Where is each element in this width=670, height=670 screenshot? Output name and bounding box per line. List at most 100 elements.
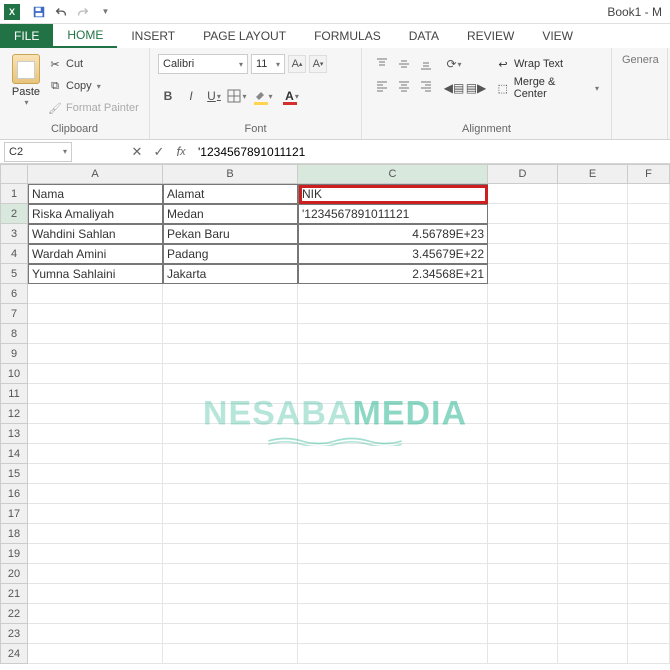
colhead-f[interactable]: F (628, 164, 670, 184)
rowhead-23[interactable]: 23 (0, 624, 28, 644)
cell-a12[interactable] (28, 404, 163, 424)
cell-c18[interactable] (298, 524, 488, 544)
rowhead-20[interactable]: 20 (0, 564, 28, 584)
colhead-c[interactable]: C (298, 164, 488, 184)
cell-d8[interactable] (488, 324, 558, 344)
cell-e2[interactable] (558, 204, 628, 224)
cell-c20[interactable] (298, 564, 488, 584)
rowhead-9[interactable]: 9 (0, 344, 28, 364)
tab-view[interactable]: VIEW (528, 24, 587, 48)
cell-c4[interactable]: 3.45679E+22 (298, 244, 488, 264)
cell-b22[interactable] (163, 604, 298, 624)
rowhead-12[interactable]: 12 (0, 404, 28, 424)
cell-c1[interactable]: NIK (298, 184, 488, 204)
cell-c10[interactable] (298, 364, 488, 384)
cut-button[interactable]: ✂ Cut (48, 54, 139, 74)
cell-a5[interactable]: Yumna Sahlaini (28, 264, 163, 284)
cell-f16[interactable] (628, 484, 670, 504)
italic-button[interactable]: I (181, 86, 201, 106)
cell-c9[interactable] (298, 344, 488, 364)
cell-e18[interactable] (558, 524, 628, 544)
cell-f5[interactable] (628, 264, 670, 284)
cell-d16[interactable] (488, 484, 558, 504)
cell-f6[interactable] (628, 284, 670, 304)
cell-f4[interactable] (628, 244, 670, 264)
cell-f3[interactable] (628, 224, 670, 244)
cell-b3[interactable]: Pekan Baru (163, 224, 298, 244)
cell-d2[interactable] (488, 204, 558, 224)
cell-f23[interactable] (628, 624, 670, 644)
colhead-d[interactable]: D (488, 164, 558, 184)
cell-a11[interactable] (28, 384, 163, 404)
borders-button[interactable]: ▾ (227, 86, 247, 106)
cell-a22[interactable] (28, 604, 163, 624)
cell-e9[interactable] (558, 344, 628, 364)
cell-b1[interactable]: Alamat (163, 184, 298, 204)
cell-c24[interactable] (298, 644, 488, 664)
cell-c22[interactable] (298, 604, 488, 624)
tab-home[interactable]: HOME (53, 24, 117, 48)
cell-b6[interactable] (163, 284, 298, 304)
cell-b4[interactable]: Padang (163, 244, 298, 264)
cell-f14[interactable] (628, 444, 670, 464)
worksheet[interactable]: A B C D E F 1 Nama Alamat NIK 2 Riska Am… (0, 164, 670, 664)
copy-button[interactable]: ⧉ Copy▾ (48, 76, 139, 96)
cell-b18[interactable] (163, 524, 298, 544)
cell-a7[interactable] (28, 304, 163, 324)
cell-b5[interactable]: Jakarta (163, 264, 298, 284)
cell-e8[interactable] (558, 324, 628, 344)
cell-e24[interactable] (558, 644, 628, 664)
cell-b19[interactable] (163, 544, 298, 564)
cell-b14[interactable] (163, 444, 298, 464)
cell-a1[interactable]: Nama (28, 184, 163, 204)
cell-f21[interactable] (628, 584, 670, 604)
rowhead-3[interactable]: 3 (0, 224, 28, 244)
cell-e19[interactable] (558, 544, 628, 564)
rowhead-8[interactable]: 8 (0, 324, 28, 344)
redo-icon[interactable] (72, 1, 94, 23)
formula-input[interactable] (192, 142, 670, 162)
cell-e20[interactable] (558, 564, 628, 584)
rowhead-14[interactable]: 14 (0, 444, 28, 464)
cell-e17[interactable] (558, 504, 628, 524)
number-format-select[interactable]: Genera (618, 50, 661, 70)
cell-a6[interactable] (28, 284, 163, 304)
rowhead-22[interactable]: 22 (0, 604, 28, 624)
cell-b9[interactable] (163, 344, 298, 364)
cell-e21[interactable] (558, 584, 628, 604)
cell-d12[interactable] (488, 404, 558, 424)
rowhead-24[interactable]: 24 (0, 644, 28, 664)
cell-e6[interactable] (558, 284, 628, 304)
cell-f13[interactable] (628, 424, 670, 444)
cell-b11[interactable] (163, 384, 298, 404)
rowhead-19[interactable]: 19 (0, 544, 28, 564)
cell-d4[interactable] (488, 244, 558, 264)
cell-c5[interactable]: 2.34568E+21 (298, 264, 488, 284)
rowhead-10[interactable]: 10 (0, 364, 28, 384)
cell-b10[interactable] (163, 364, 298, 384)
cell-e4[interactable] (558, 244, 628, 264)
cell-d10[interactable] (488, 364, 558, 384)
rowhead-11[interactable]: 11 (0, 384, 28, 404)
cell-f12[interactable] (628, 404, 670, 424)
name-box[interactable]: C2▾ (4, 142, 72, 162)
fx-icon[interactable]: fx (170, 141, 192, 163)
cell-d1[interactable] (488, 184, 558, 204)
cell-a19[interactable] (28, 544, 163, 564)
cell-d15[interactable] (488, 464, 558, 484)
rowhead-5[interactable]: 5 (0, 264, 28, 284)
format-painter-button[interactable]: 🖌 Format Painter (48, 98, 139, 118)
cell-a15[interactable] (28, 464, 163, 484)
cell-e3[interactable] (558, 224, 628, 244)
cell-a3[interactable]: Wahdini Sahlan (28, 224, 163, 244)
cell-f10[interactable] (628, 364, 670, 384)
cell-e23[interactable] (558, 624, 628, 644)
cell-c17[interactable] (298, 504, 488, 524)
cell-e16[interactable] (558, 484, 628, 504)
cell-c16[interactable] (298, 484, 488, 504)
cell-f20[interactable] (628, 564, 670, 584)
cell-b2[interactable]: Medan (163, 204, 298, 224)
cell-a16[interactable] (28, 484, 163, 504)
cell-f24[interactable] (628, 644, 670, 664)
tab-file[interactable]: FILE (0, 24, 53, 48)
